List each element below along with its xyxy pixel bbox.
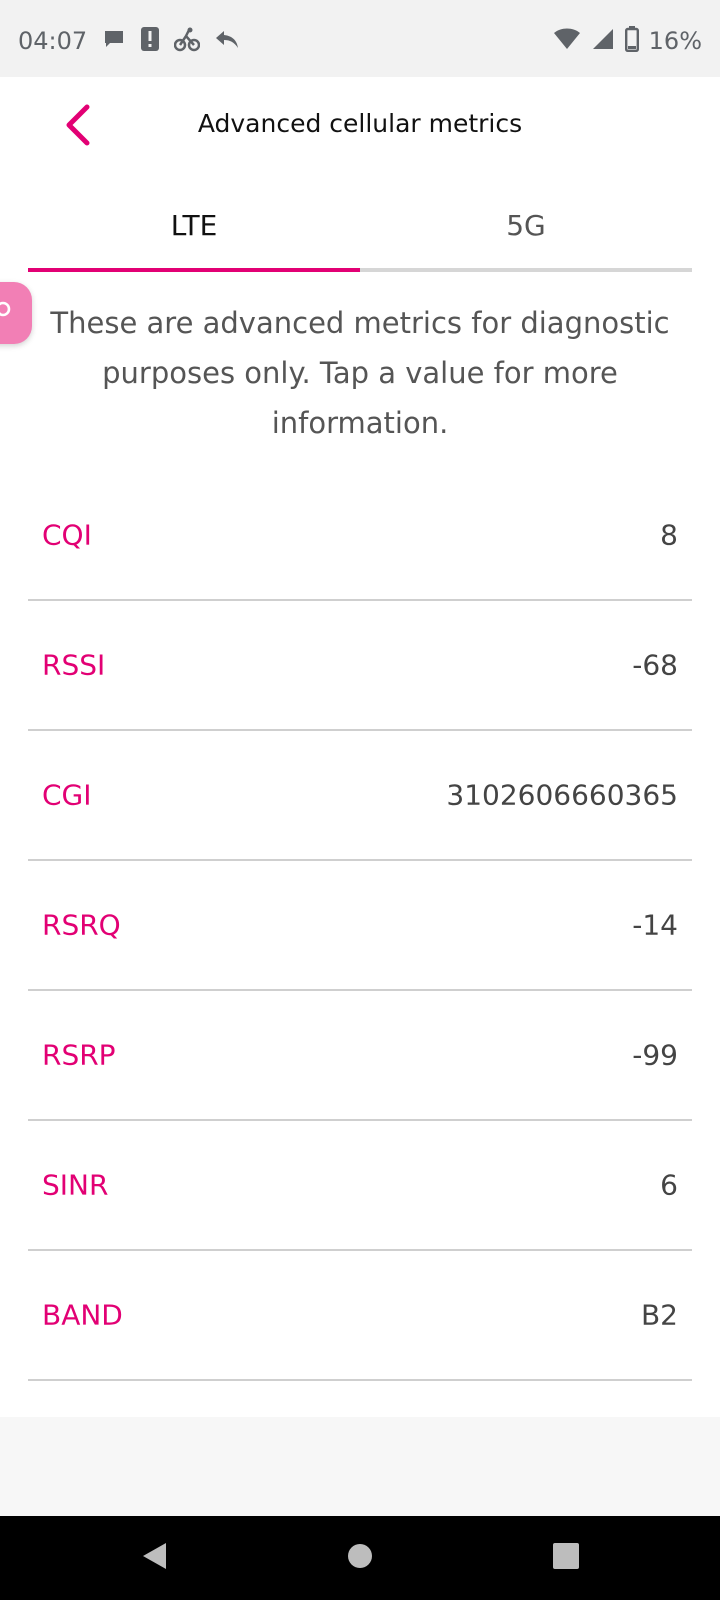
- metric-row-rsrp[interactable]: RSRP -99: [28, 991, 692, 1121]
- square-recents-icon: [552, 1542, 580, 1574]
- bike-icon: [173, 26, 201, 56]
- system-icons: 16%: [553, 26, 702, 56]
- metric-value[interactable]: B2: [641, 1299, 678, 1332]
- metric-row-rsrq[interactable]: RSRQ -14: [28, 861, 692, 991]
- cell-signal-icon: [591, 27, 615, 55]
- status-bar: 04:07 16%: [0, 0, 720, 77]
- tab-lte[interactable]: LTE: [28, 185, 360, 265]
- chat-bubble-icon: [102, 27, 126, 55]
- metrics-list: CQI 8 RSSI -68 CGI 3102606660365 RSRQ -1…: [28, 471, 692, 1381]
- metric-row-cgi[interactable]: CGI 3102606660365: [28, 731, 692, 861]
- metric-value[interactable]: 6: [660, 1169, 678, 1202]
- tab-indicator: [28, 268, 360, 272]
- metric-label: CGI: [42, 778, 92, 812]
- metric-label: SINR: [42, 1168, 109, 1202]
- metric-row-cqi[interactable]: CQI 8: [28, 471, 692, 601]
- nav-recents-button[interactable]: [544, 1536, 588, 1580]
- nav-home-button[interactable]: [338, 1536, 382, 1580]
- metric-value[interactable]: 3102606660365: [446, 779, 678, 812]
- tab-5g[interactable]: 5G: [360, 185, 692, 265]
- wifi-icon: [553, 27, 581, 55]
- metric-row-band[interactable]: BAND B2: [28, 1251, 692, 1381]
- alert-icon: [140, 26, 160, 56]
- metric-label: RSSI: [42, 648, 106, 682]
- network-tabs: LTE 5G: [28, 185, 692, 273]
- metric-value[interactable]: -68: [632, 649, 678, 682]
- metric-label: CQI: [42, 518, 92, 552]
- metric-row-sinr[interactable]: SINR 6: [28, 1121, 692, 1251]
- metric-label: RSRP: [42, 1038, 116, 1072]
- screen: 04:07 16% Advanced cellular metrics LTE …: [0, 0, 720, 1600]
- metric-value[interactable]: 8: [660, 519, 678, 552]
- nav-back-button[interactable]: [132, 1536, 176, 1580]
- metric-value[interactable]: -14: [632, 909, 678, 942]
- metric-value[interactable]: -99: [632, 1039, 678, 1072]
- metric-label: BAND: [42, 1298, 123, 1332]
- battery-icon: [624, 26, 639, 56]
- status-time: 04:07: [18, 27, 88, 55]
- search-icon: [0, 300, 12, 326]
- system-nav-bar: [0, 1516, 720, 1600]
- intro-text: These are advanced metrics for diagnosti…: [50, 306, 670, 440]
- footer-area: [0, 1417, 720, 1516]
- triangle-back-icon: [140, 1541, 168, 1575]
- notification-icons: [102, 26, 240, 56]
- app-header: Advanced cellular metrics: [0, 77, 720, 177]
- circle-home-icon: [346, 1542, 374, 1574]
- metric-label: RSRQ: [42, 908, 121, 942]
- search-fab[interactable]: [0, 282, 32, 344]
- reply-icon: [214, 27, 240, 55]
- page-title: Advanced cellular metrics: [197, 109, 523, 138]
- metric-row-rssi[interactable]: RSSI -68: [28, 601, 692, 731]
- battery-percent: 16%: [648, 27, 702, 55]
